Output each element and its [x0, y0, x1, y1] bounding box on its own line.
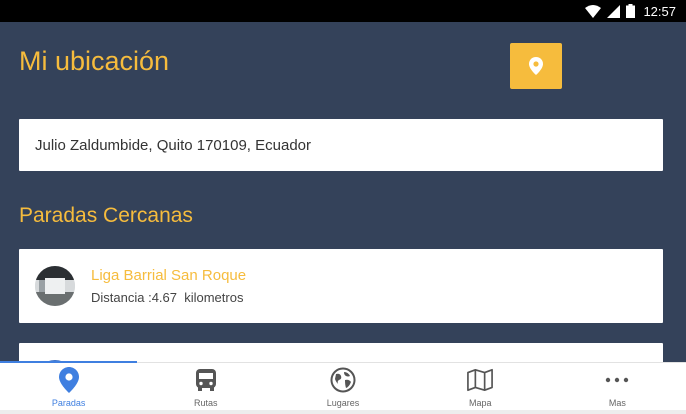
- tab-label: Rutas: [194, 398, 218, 408]
- system-nav-edge: [0, 410, 686, 414]
- stop-name: Liga Barrial San Roque: [91, 267, 247, 284]
- list-item[interactable]: Liga Barrial San Roque Distancia :4.67 k…: [19, 249, 663, 323]
- address-field-container: [19, 119, 663, 171]
- globe-icon: [330, 367, 356, 393]
- locate-button[interactable]: [510, 43, 562, 89]
- tab-lugares[interactable]: Lugares: [274, 363, 411, 410]
- tab-label: Mapa: [468, 398, 492, 408]
- app-content: Mi ubicación Paradas Cercanas Liga Barri…: [0, 22, 686, 362]
- status-icons: 12:57: [585, 3, 676, 19]
- avatar: [35, 266, 75, 306]
- tab-label: Paradas: [51, 398, 86, 408]
- tab-mas[interactable]: Mas: [549, 363, 686, 410]
- wifi-icon: [585, 4, 602, 18]
- map-pin-icon: [529, 57, 543, 75]
- address-input[interactable]: [35, 136, 647, 154]
- section-title-nearby-stops: Paradas Cercanas: [19, 204, 193, 227]
- signal-icon: [607, 4, 621, 18]
- more-icon: [604, 367, 630, 393]
- tab-label: Mas: [608, 398, 626, 408]
- page-title: Mi ubicación: [19, 46, 170, 76]
- tab-label: Lugares: [326, 398, 360, 408]
- battery-icon: [626, 4, 636, 18]
- bus-icon: [193, 367, 219, 393]
- tab-rutas[interactable]: Rutas: [137, 363, 274, 410]
- tab-mapa[interactable]: Mapa: [412, 363, 549, 410]
- status-bar: 12:57: [0, 0, 686, 22]
- active-tab-indicator: [0, 361, 137, 363]
- status-time: 12:57: [643, 3, 676, 19]
- list-item[interactable]: [19, 343, 663, 362]
- map-icon: [467, 367, 494, 393]
- map-pin-icon: [56, 367, 82, 393]
- tab-paradas[interactable]: Paradas: [0, 363, 137, 410]
- stop-distance: Distancia :4.67 kilometros: [91, 290, 244, 305]
- bottom-tab-bar: Paradas Rutas Lugares Mapa Mas: [0, 361, 686, 410]
